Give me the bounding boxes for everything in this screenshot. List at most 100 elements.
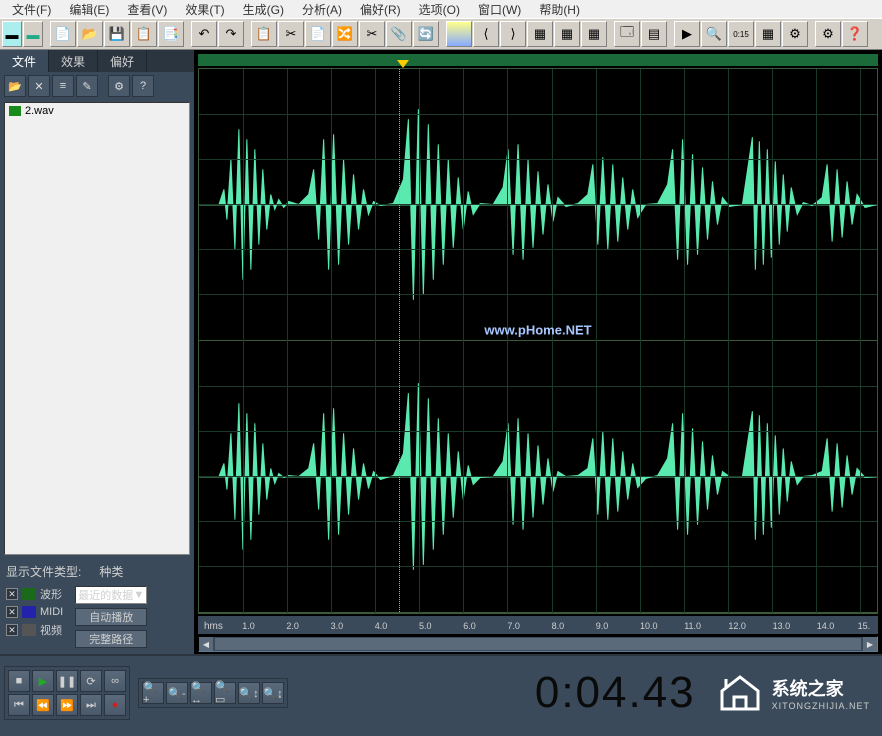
window-button[interactable]: 🗔	[614, 21, 640, 47]
scroll-thumb[interactable]	[215, 638, 861, 650]
pause-button[interactable]: ❚❚	[56, 670, 78, 692]
waveform-checkbox[interactable]: ✕	[6, 588, 18, 600]
insert-button[interactable]: 📎	[386, 21, 412, 47]
multitrack-button[interactable]: ▤	[641, 21, 667, 47]
go-end-button[interactable]: ⏭	[80, 694, 102, 716]
loop-button[interactable]: ∞	[104, 670, 126, 692]
filetype-label: 显示文件类型:	[6, 563, 81, 580]
zoom-tool-button[interactable]: 🔍	[701, 21, 727, 47]
house-logo-icon	[716, 673, 764, 713]
file-list[interactable]: 2.wav	[4, 102, 190, 555]
process-2-button[interactable]: ▦	[554, 21, 580, 47]
marker-start-button[interactable]: ⟨	[473, 21, 499, 47]
options-button[interactable]: ⚙	[108, 75, 130, 97]
copy-file-button[interactable]: 📋	[131, 21, 157, 47]
logo-main-text: 系统之家	[772, 675, 870, 701]
video-checkbox[interactable]: ✕	[6, 624, 18, 636]
menu-window[interactable]: 窗口(W)	[470, 0, 529, 19]
time-ruler[interactable]: hms 1.0 2.0 3.0 4.0 5.0 6.0 7.0 8.0 9.0 …	[198, 616, 878, 634]
zoom-in-h-button[interactable]: 🔍+	[142, 682, 164, 704]
record-button[interactable]: ●	[104, 694, 126, 716]
close-file-button[interactable]: ✕	[28, 75, 50, 97]
stop-button[interactable]: ■	[8, 670, 30, 692]
menu-preferences[interactable]: 偏好(R)	[352, 0, 409, 19]
tick: 8.0	[552, 621, 565, 631]
paste-button[interactable]: 📄	[305, 21, 331, 47]
redo-button[interactable]: ↷	[218, 21, 244, 47]
scroll-left-button[interactable]: ◀	[199, 637, 213, 651]
trim-button[interactable]: ✂	[359, 21, 385, 47]
channel-right[interactable]	[199, 341, 877, 613]
watermark-text: www.pHome.NET	[484, 323, 591, 338]
recent-dropdown[interactable]: 最近的数据▼	[75, 586, 147, 604]
sidebar-tabs: 文件 效果 偏好	[0, 50, 194, 72]
zoom-selection-button[interactable]: 🔍▭	[214, 682, 236, 704]
menu-edit[interactable]: 编辑(E)	[61, 0, 117, 19]
menu-help[interactable]: 帮助(H)	[531, 0, 588, 19]
playhead-marker-icon[interactable]	[397, 60, 409, 68]
time-display: 0:04.43	[296, 668, 708, 718]
cut-button[interactable]: ✂	[278, 21, 304, 47]
marker-end-button[interactable]: ⟩	[500, 21, 526, 47]
waveform-display[interactable]: www.pHome.NET document.write(Array.from(…	[198, 68, 878, 614]
batch-button[interactable]: 📑	[158, 21, 184, 47]
device-2-icon[interactable]: ▬	[23, 21, 43, 47]
process-3-button[interactable]: ▦	[581, 21, 607, 47]
scroll-right-button[interactable]: ▶	[863, 637, 877, 651]
timeline-overview[interactable]	[198, 54, 878, 66]
menu-generate[interactable]: 生成(G)	[235, 0, 292, 19]
save-button[interactable]: 💾	[104, 21, 130, 47]
zoom-full-button[interactable]: 🔍↔	[190, 682, 212, 704]
help-sidebar-button[interactable]: ?	[132, 75, 154, 97]
properties-button[interactable]: ⚙	[782, 21, 808, 47]
zoom-out-v-button[interactable]: 🔍↨	[262, 682, 284, 704]
horizontal-scrollbar[interactable]: ◀ ▶	[198, 636, 878, 652]
tab-preferences[interactable]: 偏好	[98, 50, 147, 72]
channel-left[interactable]	[199, 69, 877, 341]
help-button[interactable]: ❓	[842, 21, 868, 47]
open-button[interactable]: 📂	[77, 21, 103, 47]
tab-effects[interactable]: 效果	[49, 50, 98, 72]
menu-view[interactable]: 查看(V)	[119, 0, 175, 19]
forward-button[interactable]: ⏩	[56, 694, 78, 716]
zoom-in-v-button[interactable]: 🔍↕	[238, 682, 260, 704]
autoplay-button[interactable]: 自动播放	[75, 608, 147, 626]
settings-button[interactable]: ⚙	[815, 21, 841, 47]
zoom-panel: 🔍+ 🔍- 🔍↔ 🔍▭ 🔍↕ 🔍↨	[138, 678, 288, 708]
go-start-button[interactable]: ⏮	[8, 694, 30, 716]
zoom-out-h-button[interactable]: 🔍-	[166, 682, 188, 704]
play-button[interactable]: ▶	[32, 670, 54, 692]
waveform-icon	[22, 588, 36, 600]
copy-button[interactable]: 📋	[251, 21, 277, 47]
menu-options[interactable]: 选项(O)	[411, 0, 468, 19]
video-icon	[22, 624, 36, 636]
menu-analyze[interactable]: 分析(A)	[294, 0, 350, 19]
file-item[interactable]: 2.wav	[5, 103, 189, 119]
midi-checkbox[interactable]: ✕	[6, 606, 18, 618]
open-folder-button[interactable]: 📂	[4, 75, 26, 97]
tab-files[interactable]: 文件	[0, 50, 49, 72]
grid-button[interactable]: ▦	[755, 21, 781, 47]
play-tool-button[interactable]: ▶	[674, 21, 700, 47]
time-button[interactable]: 0:15	[728, 21, 754, 47]
rewind-button[interactable]: ⏪	[32, 694, 54, 716]
menu-file[interactable]: 文件(F)	[4, 0, 59, 19]
mix-paste-button[interactable]: 🔀	[332, 21, 358, 47]
tick: 11.0	[684, 621, 701, 631]
new-button[interactable]: 📄	[50, 21, 76, 47]
tick: 14.0	[817, 621, 835, 631]
menu-effects[interactable]: 效果(T)	[177, 0, 232, 19]
tick: 7.0	[507, 621, 520, 631]
insert-file-button[interactable]: ≡	[52, 75, 74, 97]
convert-button[interactable]: 🔄	[413, 21, 439, 47]
play-selection-button[interactable]: ⟳	[80, 670, 102, 692]
edit-file-button[interactable]: ✎	[76, 75, 98, 97]
fullpath-button[interactable]: 完整路径	[75, 630, 147, 648]
category-label: 种类	[99, 563, 123, 580]
audio-file-icon	[9, 106, 21, 116]
transport-panel: ■ ▶ ❚❚ ⟳ ∞ ⏮ ⏪ ⏩ ⏭ ●	[4, 666, 130, 720]
process-1-button[interactable]: ▦	[527, 21, 553, 47]
device-1-icon[interactable]: ▬	[2, 21, 22, 47]
gradient-button[interactable]	[446, 21, 472, 47]
undo-button[interactable]: ↶	[191, 21, 217, 47]
